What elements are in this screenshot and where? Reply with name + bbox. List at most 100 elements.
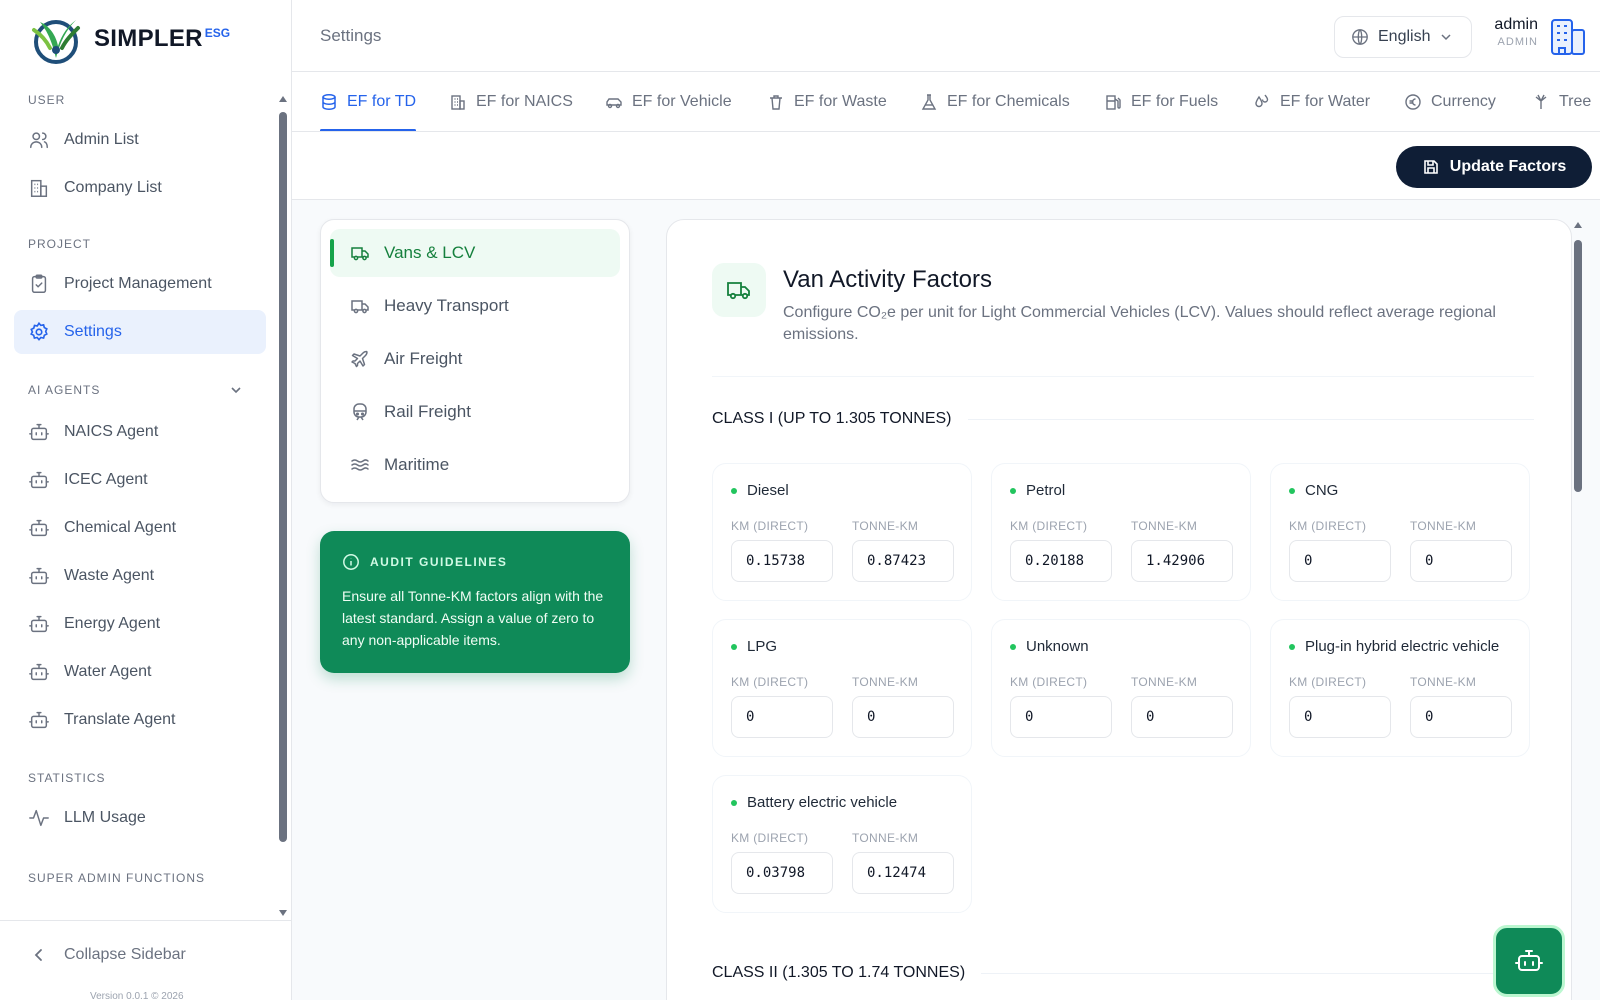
section-statistics: STATISTICS	[0, 768, 280, 788]
building-icon	[451, 95, 465, 110]
tonne-km-input[interactable]: 0	[1410, 696, 1512, 738]
tonne-km-label: TONNE-KM	[852, 519, 919, 533]
update-factors-button[interactable]: Update Factors	[1396, 146, 1592, 188]
tab-ef-for-waste[interactable]: EF for Waste	[767, 72, 887, 131]
section-user: USER	[0, 90, 280, 110]
category-label: Rail Freight	[384, 402, 471, 421]
sidebar-item-energy-agent[interactable]: Energy Agent	[14, 602, 266, 646]
km-label: KM (DIRECT)	[731, 675, 809, 689]
version-text: Version 0.0.1 © 2026	[90, 991, 184, 1000]
category-rail-freight[interactable]: Rail Freight	[330, 388, 620, 436]
brand-name: SIMPLER	[94, 25, 203, 52]
euro-icon	[1405, 94, 1421, 110]
category-label: Vans & LCV	[384, 243, 476, 262]
update-factors-label: Update Factors	[1449, 158, 1567, 175]
factor-card-bev: Battery electric vehicle KM (DIRECT) TON…	[712, 775, 972, 913]
tonne-km-input[interactable]: 0	[852, 696, 954, 738]
tonne-km-input[interactable]: 0	[1131, 696, 1233, 738]
km-input[interactable]: 0	[1289, 540, 1391, 582]
sidebar-item-label: LLM Usage	[64, 809, 146, 826]
tonne-km-input[interactable]: 0.87423	[852, 540, 954, 582]
sidebar-item-label: Settings	[64, 323, 122, 340]
sidebar-item-settings[interactable]: Settings	[14, 310, 266, 354]
tab-ef-for-water[interactable]: EF for Water	[1253, 72, 1370, 131]
bot-icon	[29, 519, 49, 537]
tonne-km-input[interactable]: 0.12474	[852, 852, 954, 894]
breadcrumb: Settings	[320, 26, 382, 45]
tab-ef-for-td[interactable]: EF for TD	[320, 72, 417, 131]
section-ai-agents[interactable]: AI AGENTS	[0, 380, 280, 400]
sidebar-item-naics-agent[interactable]: NAICS Agent	[14, 410, 266, 454]
tab-label: Currency	[1431, 93, 1496, 110]
brand-logo[interactable]: SIMPLER ESG	[26, 12, 230, 66]
category-air-freight[interactable]: Air Freight	[330, 335, 620, 383]
tab-label: EF for Waste	[794, 93, 887, 110]
ai-assistant-button[interactable]	[1493, 925, 1565, 997]
category-heavy-transport[interactable]: Heavy Transport	[330, 282, 620, 330]
km-input[interactable]: 0.03798	[731, 852, 833, 894]
sidebar-item-water-agent[interactable]: Water Agent	[14, 650, 266, 694]
droplets-icon	[1255, 94, 1269, 108]
tonne-km-input[interactable]: 1.42906	[1131, 540, 1233, 582]
tab-label: EF for NAICS	[476, 93, 573, 110]
category-vans-lcv[interactable]: Vans & LCV	[330, 229, 620, 277]
km-input[interactable]: 0	[1289, 696, 1391, 738]
sidebar-item-chemical-agent[interactable]: Chemical Agent	[14, 506, 266, 550]
tonne-km-label: TONNE-KM	[1410, 675, 1477, 689]
avatar[interactable]	[1546, 14, 1590, 58]
sidebar-item-label: NAICS Agent	[64, 423, 159, 440]
tab-tree[interactable]: Tree	[1532, 72, 1591, 131]
sidebar-scrollbar-thumb[interactable]	[279, 112, 287, 842]
section-title: USER	[28, 93, 66, 107]
sidebar-item-llm-usage[interactable]: LLM Usage	[14, 796, 266, 840]
sidebar-item-company-list[interactable]: Company List	[14, 166, 266, 210]
tonne-km-label: TONNE-KM	[1131, 519, 1198, 533]
save-icon	[1423, 160, 1438, 174]
panel-icon	[712, 263, 766, 317]
sidebar-item-translate-agent[interactable]: Translate Agent	[14, 698, 266, 742]
collapse-sidebar-button[interactable]: Collapse Sidebar	[0, 937, 291, 973]
km-input[interactable]: 0.15738	[731, 540, 833, 582]
tab-ef-for-fuels[interactable]: EF for Fuels	[1104, 72, 1219, 131]
tab-currency[interactable]: Currency	[1404, 72, 1496, 131]
tab-ef-for-chemicals[interactable]: EF for Chemicals	[920, 72, 1070, 131]
tab-label: EF for Vehicle	[632, 93, 732, 110]
tab-ef-for-naics[interactable]: EF for NAICS	[449, 72, 573, 131]
km-label: KM (DIRECT)	[1289, 675, 1367, 689]
tab-label: EF for Fuels	[1131, 93, 1219, 110]
bot-icon	[29, 567, 49, 585]
flask-icon	[921, 94, 937, 110]
language-select[interactable]: English	[1334, 16, 1472, 58]
km-label: KM (DIRECT)	[731, 519, 809, 533]
tab-ef-for-vehicle[interactable]: EF for Vehicle	[605, 72, 732, 131]
sidebar-item-admin-list[interactable]: Admin List	[14, 118, 266, 162]
km-label: KM (DIRECT)	[1289, 519, 1367, 533]
sidebar-item-project-management[interactable]: Project Management	[14, 262, 266, 306]
tonne-km-label: TONNE-KM	[852, 831, 919, 845]
km-input[interactable]: 0.20188	[1010, 540, 1112, 582]
sidebar-item-waste-agent[interactable]: Waste Agent	[14, 554, 266, 598]
section-title: PROJECT	[28, 237, 92, 251]
km-input[interactable]: 0	[1010, 696, 1112, 738]
sidebar-item-label: Energy Agent	[64, 615, 161, 632]
logo-leaf-icon	[32, 20, 80, 64]
fuel-name: Diesel	[731, 482, 789, 499]
category-maritime[interactable]: Maritime	[330, 441, 620, 489]
tonne-km-input[interactable]: 0	[1410, 540, 1512, 582]
gear-icon	[30, 321, 48, 341]
km-input[interactable]: 0	[731, 696, 833, 738]
van-activity-factors-panel: Van Activity Factors Configure CO₂e per …	[666, 219, 1572, 1000]
bot-icon	[29, 663, 49, 681]
panel-title: Van Activity Factors	[783, 266, 992, 293]
fuel-icon	[1106, 95, 1121, 110]
sidebar-item-icec-agent[interactable]: ICEC Agent	[14, 458, 266, 502]
content-scrollbar-thumb[interactable]	[1574, 240, 1582, 492]
factor-card-unknown: Unknown KM (DIRECT) TONNE-KM 0 0	[991, 619, 1251, 757]
category-label: Heavy Transport	[384, 296, 509, 315]
users-icon	[30, 132, 48, 149]
sidebar-item-label: Water Agent	[64, 663, 152, 680]
tonne-km-label: TONNE-KM	[1131, 675, 1198, 689]
app: SIMPLER ESG USER Admin List Company List …	[0, 0, 1600, 1000]
brand-sup: ESG	[204, 26, 231, 40]
user-info[interactable]: admin ADMIN	[1484, 16, 1538, 48]
